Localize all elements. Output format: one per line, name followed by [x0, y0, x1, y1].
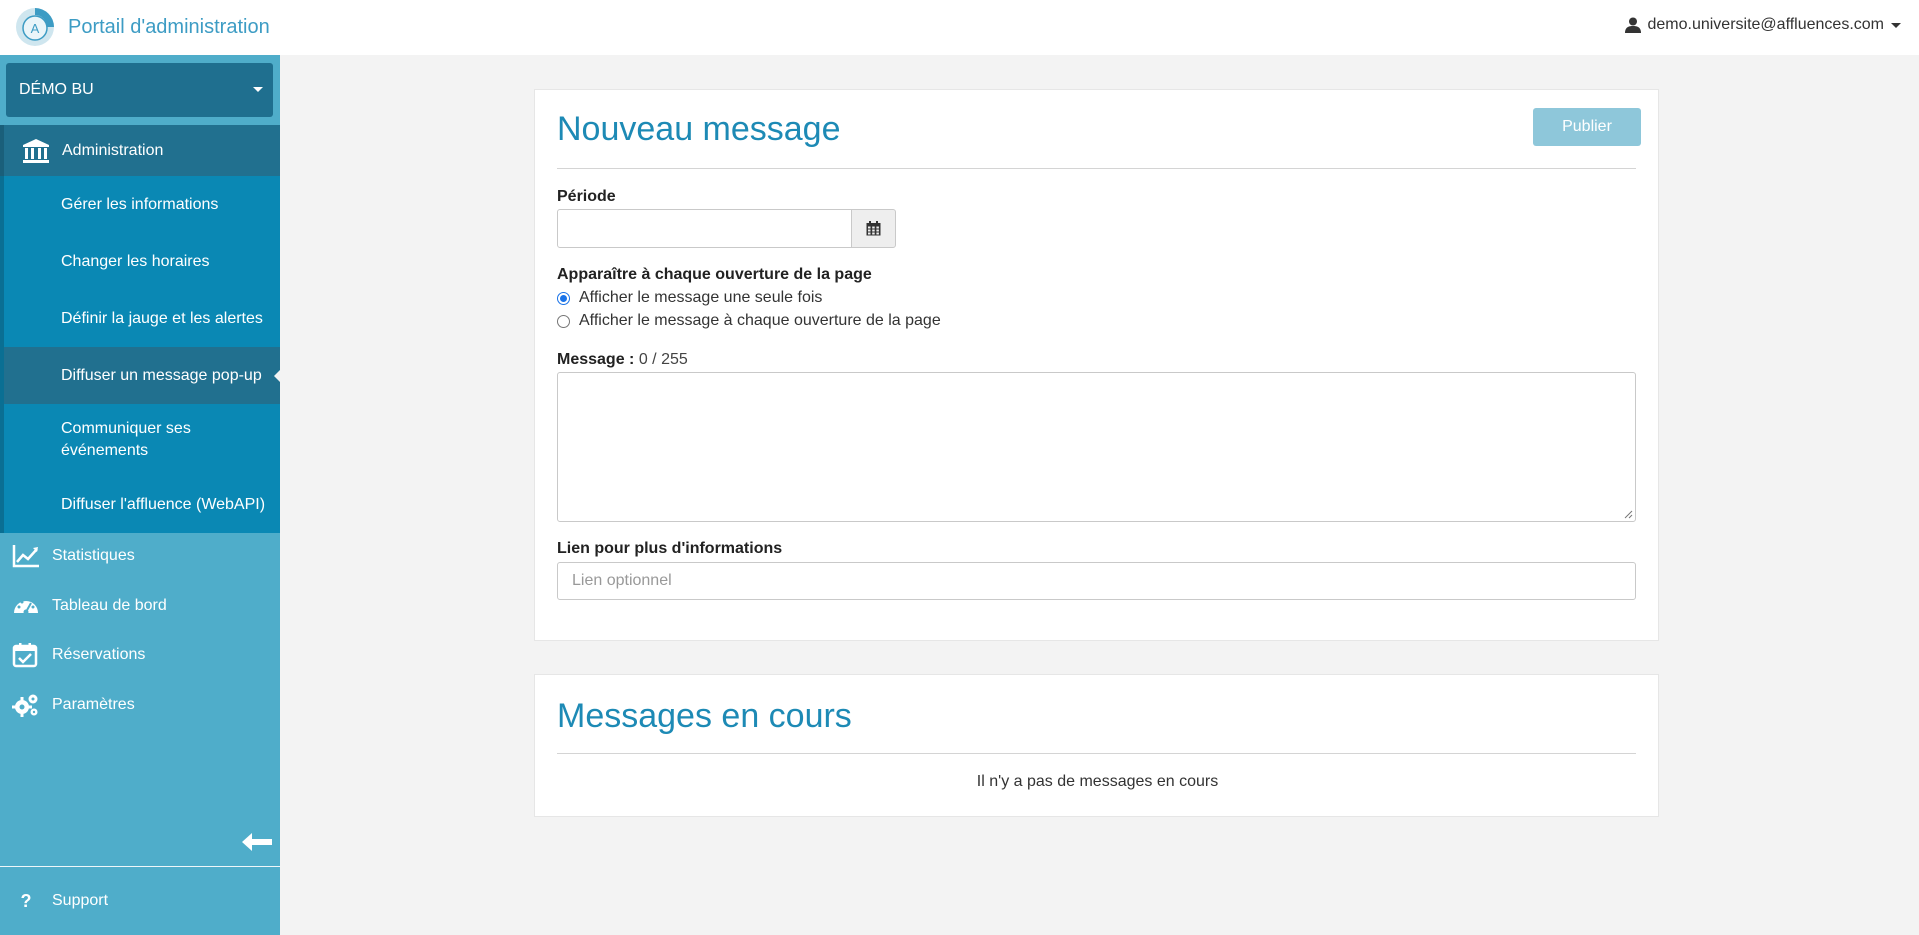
- user-menu[interactable]: demo.universite@affluences.com: [1625, 16, 1901, 34]
- link-label: Lien pour plus d'informations: [557, 540, 783, 557]
- sidebar-item-reservations[interactable]: Réservations: [0, 635, 280, 675]
- sidebar-item-webapi[interactable]: Diffuser l'affluence (WebAPI): [4, 476, 280, 533]
- sidebar-item-statistiques[interactable]: Statistiques: [0, 536, 280, 576]
- admin-section: Administration Gérer les informations Ch…: [0, 125, 284, 533]
- brand[interactable]: A Portail d'administration: [14, 5, 270, 49]
- calendar-icon: [866, 221, 881, 236]
- message-label: Message : 0 / 255: [557, 351, 688, 369]
- collapse-sidebar-icon[interactable]: [241, 831, 273, 853]
- empty-state-text: Il n'y a pas de messages en cours: [976, 773, 1219, 790]
- sidebar-item-message-popup[interactable]: Diffuser un message pop-up: [4, 347, 284, 404]
- radio-every-label: Afficher le message à chaque ouverture d…: [579, 312, 941, 329]
- new-message-panel: Nouveau message Publier Période Apparaît…: [534, 89, 1659, 641]
- sidebar-item-administration[interactable]: Administration: [0, 125, 280, 176]
- sidebar-item-parametres[interactable]: Paramètres: [0, 685, 280, 725]
- calendar-button[interactable]: [851, 209, 896, 248]
- sidebar-item-label: Administration: [62, 141, 164, 159]
- sidebar-item-label: Gérer les informations: [61, 195, 219, 213]
- sidebar-item-label: Paramètres: [52, 696, 135, 713]
- sidebar-item-label: Diffuser un message pop-up: [61, 366, 262, 384]
- app-title: Portail d'administration: [68, 15, 270, 38]
- chevron-down-icon: [253, 87, 263, 92]
- sidebar-item-support[interactable]: ? Support: [0, 881, 280, 921]
- link-input[interactable]: [557, 562, 1636, 600]
- user-email: demo.universite@affluences.com: [1647, 16, 1884, 33]
- sidebar-item-changer-horaires[interactable]: Changer les horaires: [4, 233, 280, 290]
- sidebar-item-tableau-de-bord[interactable]: Tableau de bord: [0, 586, 280, 626]
- sidebar-divider: [0, 866, 280, 867]
- sidebar-item-label: Réservations: [52, 646, 146, 663]
- radio-once-row[interactable]: Afficher le message une seule fois: [557, 289, 822, 307]
- user-icon: [1625, 17, 1642, 33]
- current-messages-panel: Messages en cours Il n'y a pas de messag…: [534, 674, 1659, 817]
- question-icon: ?: [20, 890, 32, 911]
- page-title: Nouveau message: [557, 110, 841, 148]
- site-selector-label: DÉMO BU: [19, 81, 94, 98]
- admin-submenu: Gérer les informations Changer les horai…: [0, 176, 284, 533]
- radio-once-label: Afficher le message une seule fois: [579, 289, 823, 306]
- display-mode-label: Apparaître à chaque ouverture de la page: [557, 266, 872, 283]
- logo-letter: A: [31, 21, 40, 36]
- section-title: Messages en cours: [557, 697, 852, 735]
- logo-icon: A: [16, 8, 54, 46]
- sidebar-item-label: Tableau de bord: [52, 597, 167, 614]
- radio-every[interactable]: [557, 314, 570, 328]
- publish-button[interactable]: Publier: [1533, 108, 1641, 146]
- sidebar-item-jauge-alertes[interactable]: Définir la jauge et les alertes: [4, 290, 280, 347]
- sidebar: DÉMO BU Administration Gérer les informa…: [0, 55, 284, 935]
- period-label: Période: [557, 188, 616, 205]
- sidebar-item-label: Communiquer ses événements: [61, 420, 191, 459]
- dashboard-icon: [14, 600, 38, 615]
- bank-icon: [23, 138, 49, 163]
- period-input[interactable]: [557, 209, 852, 248]
- sidebar-item-evenements[interactable]: Communiquer ses événements: [4, 404, 280, 476]
- chart-line-icon: [12, 545, 39, 568]
- title-divider: [557, 168, 1636, 169]
- top-bar: A Portail d'administration demo.universi…: [0, 0, 1919, 55]
- radio-every-row[interactable]: Afficher le message à chaque ouverture d…: [557, 312, 941, 330]
- radio-once[interactable]: [557, 291, 570, 305]
- sidebar-item-label: Support: [52, 892, 109, 909]
- character-counter: 0 / 255: [638, 351, 688, 368]
- calendar-check-icon: [12, 643, 38, 668]
- sidebar-item-label: Définir la jauge et les alertes: [61, 309, 263, 327]
- message-label-text: Message :: [557, 351, 635, 368]
- message-textarea[interactable]: [557, 372, 1636, 522]
- sidebar-item-label: Statistiques: [52, 547, 135, 564]
- site-selector[interactable]: DÉMO BU: [6, 63, 273, 117]
- gears-icon: [12, 694, 38, 717]
- sidebar-item-gerer-informations[interactable]: Gérer les informations: [4, 176, 280, 233]
- chevron-down-icon: [1891, 22, 1901, 28]
- sidebar-item-label: Diffuser l'affluence (WebAPI): [61, 495, 266, 513]
- resize-grip-icon[interactable]: [1623, 509, 1633, 519]
- title-divider: [557, 753, 1636, 754]
- sidebar-item-label: Changer les horaires: [61, 252, 210, 270]
